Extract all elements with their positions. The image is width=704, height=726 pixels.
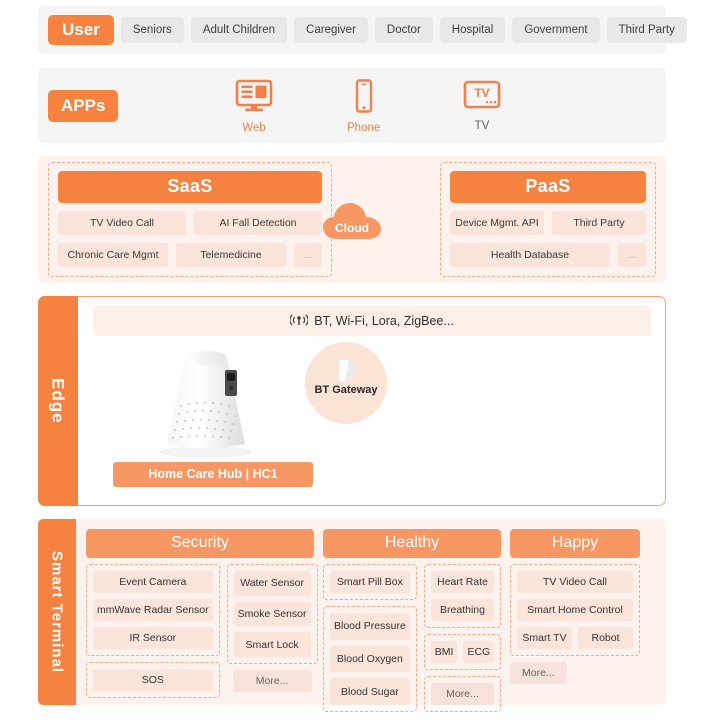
cloud-icon-label: Cloud <box>335 220 369 235</box>
terminal-column-security: Security Event Camera mmWave Radar Senso… <box>86 529 318 698</box>
user-item-hospital[interactable]: Hospital <box>439 17 506 43</box>
healthy-group-vitals-left: Blood Pressure Blood Oxygen Blood Sugar <box>323 606 417 712</box>
paas-item-more[interactable]: ... <box>618 243 646 267</box>
user-layer: User Seniors Adult Children Caregiver Do… <box>38 6 687 54</box>
paas-item-device-mgmt-api[interactable]: Device Mgmt. API <box>450 211 544 235</box>
home-care-hub-device-image <box>141 340 271 462</box>
smart-terminal-columns: Security Event Camera mmWave Radar Senso… <box>76 519 666 712</box>
saas-group: SaaS TV Video Call AI Fall Detection Chr… <box>48 162 332 277</box>
happy-group-main: TV Video Call Smart Home Control Smart T… <box>510 564 640 656</box>
chip-robot[interactable]: Robot <box>578 627 633 649</box>
home-care-hub-label: Home Care Hub | HC1 <box>113 462 313 487</box>
chip-tv-video-call[interactable]: TV Video Call <box>517 571 633 593</box>
phone-icon <box>352 79 376 118</box>
apps-layer: APPs Web Phone TV TV <box>38 68 666 143</box>
healthy-group-pill-box: Smart Pill Box <box>323 564 417 600</box>
paas-group: PaaS Device Mgmt. API Third Party Health… <box>440 162 656 277</box>
smart-terminal-tab-label: Smart Terminal <box>48 550 66 674</box>
chip-healthy-more[interactable]: More... <box>430 683 495 705</box>
chip-mmwave-radar-sensor[interactable]: mmWave Radar Sensor <box>93 599 213 621</box>
healthy-group-vitals-right: Heart Rate Breathing <box>423 564 502 628</box>
saas-item-chronic-care-mgmt[interactable]: Chronic Care Mgmt <box>58 243 168 267</box>
saas-item-telemedicine[interactable]: Telemedicine <box>176 243 286 267</box>
chip-blood-pressure[interactable]: Blood Pressure <box>330 613 410 640</box>
wireless-broadcast-icon <box>289 313 309 330</box>
chip-smart-home-control[interactable]: Smart Home Control <box>517 599 633 621</box>
chip-blood-oxygen[interactable]: Blood Oxygen <box>330 645 410 673</box>
paas-title: PaaS <box>450 171 646 203</box>
saas-item-ai-fall-detection[interactable]: AI Fall Detection <box>194 211 322 235</box>
chip-smoke-sensor[interactable]: Smoke Sensor <box>233 601 311 627</box>
terminal-column-security-body: Event Camera mmWave Radar Sensor IR Sens… <box>86 564 318 698</box>
user-item-third-party[interactable]: Third Party <box>606 17 687 43</box>
paas-row-1: Device Mgmt. API Third Party <box>450 211 646 235</box>
terminal-column-happy-title: Happy <box>510 529 640 558</box>
paas-item-health-database[interactable]: Health Database <box>450 243 610 267</box>
user-layer-badge: User <box>48 15 114 45</box>
edge-stage: BT Gateway Home Care Hub | HC1 <box>93 336 651 496</box>
architecture-diagram: User Seniors Adult Children Caregiver Do… <box>0 6 704 726</box>
security-group-sensors-left: Event Camera mmWave Radar Sensor IR Sens… <box>86 564 220 656</box>
apps-layer-badge: APPs <box>48 89 119 122</box>
chip-smart-lock[interactable]: Smart Lock <box>233 632 311 658</box>
chip-event-camera[interactable]: Event Camera <box>93 571 213 593</box>
bt-gateway-node: BT Gateway <box>305 342 387 424</box>
chip-ir-sensor[interactable]: IR Sensor <box>93 627 213 649</box>
cloud-icon: Cloud <box>321 197 383 243</box>
healthy-group-more: More... <box>423 676 502 712</box>
terminal-column-happy: Happy TV Video Call Smart Home Control S… <box>510 529 640 697</box>
edge-layer-tab-label: Edge <box>48 378 68 424</box>
cloud-layer: SaaS TV Video Call AI Fall Detection Chr… <box>38 156 666 283</box>
saas-row-1: TV Video Call AI Fall Detection <box>58 211 322 235</box>
app-label-web: Web <box>242 122 266 134</box>
chip-ecg[interactable]: ECG <box>463 641 495 663</box>
app-item-phone[interactable]: Phone <box>347 79 380 134</box>
app-item-web[interactable]: Web <box>234 79 274 134</box>
chip-water-sensor[interactable]: Water Sensor <box>233 571 311 596</box>
edge-radio-label: BT, Wi-Fi, Lora, ZigBee... <box>314 314 454 328</box>
terminal-column-healthy: Healthy Smart Pill Box Blood Pressure Bl… <box>323 529 502 712</box>
chip-blood-sugar[interactable]: Blood Sugar <box>330 678 410 706</box>
terminal-column-healthy-body: Smart Pill Box Blood Pressure Blood Oxyg… <box>323 564 502 712</box>
terminal-column-healthy-title: Healthy <box>323 529 501 558</box>
healthy-group-metrics: BMI ECG <box>423 634 502 670</box>
user-item-adult-children[interactable]: Adult Children <box>190 17 288 43</box>
chip-breathing[interactable]: Breathing <box>430 599 495 621</box>
user-item-seniors[interactable]: Seniors <box>120 17 184 43</box>
security-group-sos: SOS <box>86 662 220 698</box>
tv-icon: TV <box>462 79 502 116</box>
edge-layer: Edge BT, Wi-Fi, Lora, ZigBee... BT Gatew… <box>37 295 666 507</box>
chip-heart-rate[interactable]: Heart Rate <box>430 571 495 593</box>
smart-terminal-tab: Smart Terminal <box>38 519 76 705</box>
app-item-tv[interactable]: TV TV <box>462 79 502 132</box>
chip-security-more[interactable]: More... <box>232 670 312 692</box>
saas-title: SaaS <box>58 171 322 203</box>
user-item-government[interactable]: Government <box>512 17 600 43</box>
terminal-column-security-title: Security <box>86 529 314 558</box>
saas-item-tv-video-call[interactable]: TV Video Call <box>58 211 186 235</box>
bt-gateway-label: BT Gateway <box>314 384 378 396</box>
user-item-doctor[interactable]: Doctor <box>374 17 433 43</box>
saas-row-2: Chronic Care Mgmt Telemedicine ... <box>58 243 322 267</box>
monitor-icon <box>234 79 274 118</box>
paas-item-third-party[interactable]: Third Party <box>552 211 646 235</box>
edge-radio-bar: BT, Wi-Fi, Lora, ZigBee... <box>93 306 651 336</box>
app-label-phone: Phone <box>347 122 381 134</box>
smart-terminal-layer: Smart Terminal Security Event Camera mmW… <box>38 519 666 712</box>
edge-layer-tab: Edge <box>37 295 78 507</box>
chip-bmi[interactable]: BMI <box>430 641 458 663</box>
app-label-tv: TV <box>474 120 490 132</box>
saas-item-more[interactable]: ... <box>294 243 322 267</box>
paas-row-2: Health Database ... <box>450 243 646 267</box>
security-group-sensors-right: Water Sensor Smoke Sensor Smart Lock <box>226 564 318 664</box>
chip-smart-tv[interactable]: Smart TV <box>517 627 572 649</box>
chip-smart-pill-box[interactable]: Smart Pill Box <box>330 571 410 593</box>
bt-gateway-device-icon <box>339 360 353 382</box>
svg-text:TV: TV <box>474 86 489 100</box>
chip-happy-more[interactable]: More... <box>510 662 567 684</box>
user-item-caregiver[interactable]: Caregiver <box>294 17 368 43</box>
edge-content: BT, Wi-Fi, Lora, ZigBee... BT Gateway Ho… <box>79 297 665 505</box>
chip-sos[interactable]: SOS <box>93 669 213 691</box>
